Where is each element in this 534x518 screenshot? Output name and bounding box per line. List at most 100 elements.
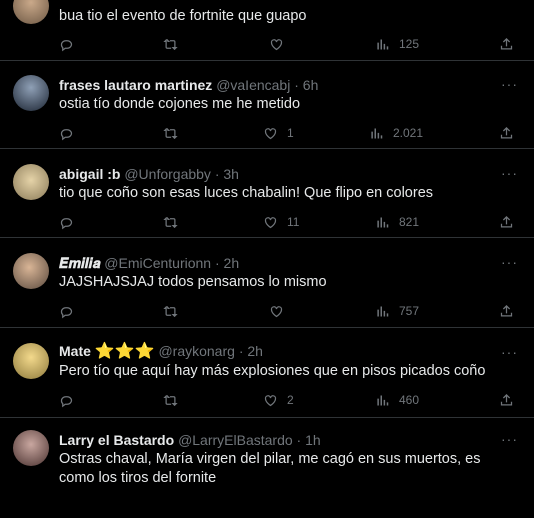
analytics-icon <box>377 306 389 316</box>
display-name[interactable]: Larry el Bastardo <box>59 432 174 448</box>
tweet-actions: 1 2.021 <box>59 123 519 143</box>
like-button[interactable] <box>269 34 284 54</box>
retweet-button[interactable] <box>163 34 178 54</box>
views-button[interactable]: 757 <box>375 301 419 321</box>
dot-separator: · <box>214 166 220 182</box>
tweet-text: ostia tío donde cojones me he metido <box>59 96 301 112</box>
share-icon <box>500 37 513 49</box>
avatar[interactable] <box>13 75 49 111</box>
reply-icon <box>60 306 73 318</box>
tweet-4[interactable]: Mate ⭐⭐⭐ @raykonarg · 2h ··· Pero tío qu… <box>0 328 534 418</box>
dot-separator: · <box>238 343 244 359</box>
analytics-icon <box>371 128 383 138</box>
likes-count: 11 <box>287 215 300 229</box>
star-badges: ⭐⭐⭐ <box>94 343 155 360</box>
avatar[interactable] <box>13 0 49 24</box>
reply-icon <box>60 128 73 140</box>
more-options-button[interactable]: ··· <box>501 344 518 360</box>
reply-button[interactable] <box>59 123 74 143</box>
more-options-button[interactable]: ··· <box>501 254 518 270</box>
heart-icon <box>264 216 277 228</box>
handle[interactable]: @LarryElBastardo <box>178 432 293 448</box>
tweet-text: tio que coño son esas luces chabalin! Qu… <box>59 185 434 201</box>
share-button[interactable] <box>499 390 514 410</box>
views-count: 125 <box>399 37 420 51</box>
reply-button[interactable] <box>59 34 74 54</box>
reply-button[interactable] <box>59 301 74 321</box>
views-count: 460 <box>399 393 420 407</box>
timestamp[interactable]: 2h <box>247 343 263 359</box>
share-button[interactable] <box>499 123 514 143</box>
share-button[interactable] <box>499 34 514 54</box>
avatar[interactable] <box>13 253 49 289</box>
likes-count: 1 <box>287 126 294 140</box>
avatar[interactable] <box>13 343 49 379</box>
views-button[interactable]: 2.021 <box>369 123 423 143</box>
retweet-button[interactable] <box>163 390 178 410</box>
timestamp[interactable]: 1h <box>305 432 321 448</box>
display-name[interactable]: 𝑬𝒎𝒊𝒍𝒊𝒂 <box>59 255 100 271</box>
heart-icon <box>270 38 283 50</box>
tweet-actions: 757 <box>59 301 519 321</box>
tweet-header: 𝑬𝒎𝒊𝒍𝒊𝒂 @EmiCenturionn · 2h <box>59 254 239 272</box>
reply-icon <box>60 217 73 229</box>
views-button[interactable]: 460 <box>375 390 419 410</box>
more-options-button[interactable]: ··· <box>501 76 518 92</box>
display-name[interactable]: Mate <box>59 343 91 359</box>
share-button[interactable] <box>499 212 514 232</box>
handle[interactable]: @Unforgabby <box>124 166 211 182</box>
tweet-actions: 11 821 <box>59 212 519 232</box>
tweet-2[interactable]: abigail :b @Unforgabby · 3h ··· tio que … <box>0 149 534 238</box>
dot-separator: · <box>294 77 299 93</box>
tweet-header: abigail :b @Unforgabby · 3h <box>59 165 239 183</box>
share-button[interactable] <box>499 301 514 321</box>
tweet-text: Ostras chaval, María virgen del pilar, m… <box>59 451 481 486</box>
likes-count: 2 <box>287 393 294 407</box>
reply-button[interactable] <box>59 390 74 410</box>
like-button[interactable]: 1 <box>263 123 294 143</box>
more-options-button[interactable]: ··· <box>501 431 518 447</box>
tweet-header: Larry el Bastardo @LarryElBastardo · 1h <box>59 431 321 449</box>
display-name[interactable]: frases lautaro martinez <box>59 77 212 93</box>
tweet-3[interactable]: 𝑬𝒎𝒊𝒍𝒊𝒂 @EmiCenturionn · 2h ··· JAJSHAJSJ… <box>0 238 534 328</box>
analytics-icon <box>377 217 389 227</box>
like-button[interactable]: 2 <box>263 390 294 410</box>
views-count: 2.021 <box>393 126 424 140</box>
timestamp[interactable]: 3h <box>223 166 239 182</box>
retweet-icon <box>163 216 178 228</box>
retweet-button[interactable] <box>163 212 178 232</box>
share-icon <box>500 126 513 138</box>
handle[interactable]: @vaIencabj <box>216 77 290 93</box>
views-button[interactable]: 125 <box>375 34 419 54</box>
heart-icon <box>264 394 277 406</box>
tweet-actions: 2 460 <box>59 390 519 410</box>
reply-icon <box>60 39 73 51</box>
tweet-0[interactable]: bua tio el evento de fortnite que guapo … <box>0 0 534 61</box>
avatar[interactable] <box>13 430 49 466</box>
retweet-button[interactable] <box>163 301 178 321</box>
retweet-button[interactable] <box>163 123 178 143</box>
views-count: 821 <box>399 215 420 229</box>
views-button[interactable]: 821 <box>375 212 419 232</box>
tweet-header: frases lautaro martinez @vaIencabj · 6h <box>59 76 318 94</box>
views-count: 757 <box>399 304 420 318</box>
timestamp[interactable]: 6h <box>303 77 319 93</box>
like-button[interactable]: 11 <box>263 212 299 232</box>
more-options-button[interactable]: ··· <box>501 165 518 181</box>
tweet-actions: 125 <box>59 34 519 54</box>
retweet-icon <box>163 38 178 50</box>
like-button[interactable] <box>269 301 284 321</box>
avatar[interactable] <box>13 164 49 200</box>
handle[interactable]: @raykonarg <box>158 343 234 359</box>
reply-button[interactable] <box>59 212 74 232</box>
tweet-text: bua tio el evento de fortnite que guapo <box>59 8 307 24</box>
share-icon <box>500 215 513 227</box>
heart-icon <box>270 305 283 317</box>
display-name[interactable]: abigail :b <box>59 166 120 182</box>
share-icon <box>500 304 513 316</box>
timestamp[interactable]: 2h <box>224 255 240 271</box>
handle[interactable]: @EmiCenturionn <box>104 255 211 271</box>
tweet-1[interactable]: frases lautaro martinez @vaIencabj · 6h … <box>0 60 534 149</box>
dot-separator: · <box>296 432 302 448</box>
tweet-5[interactable]: Larry el Bastardo @LarryElBastardo · 1h … <box>0 418 534 518</box>
